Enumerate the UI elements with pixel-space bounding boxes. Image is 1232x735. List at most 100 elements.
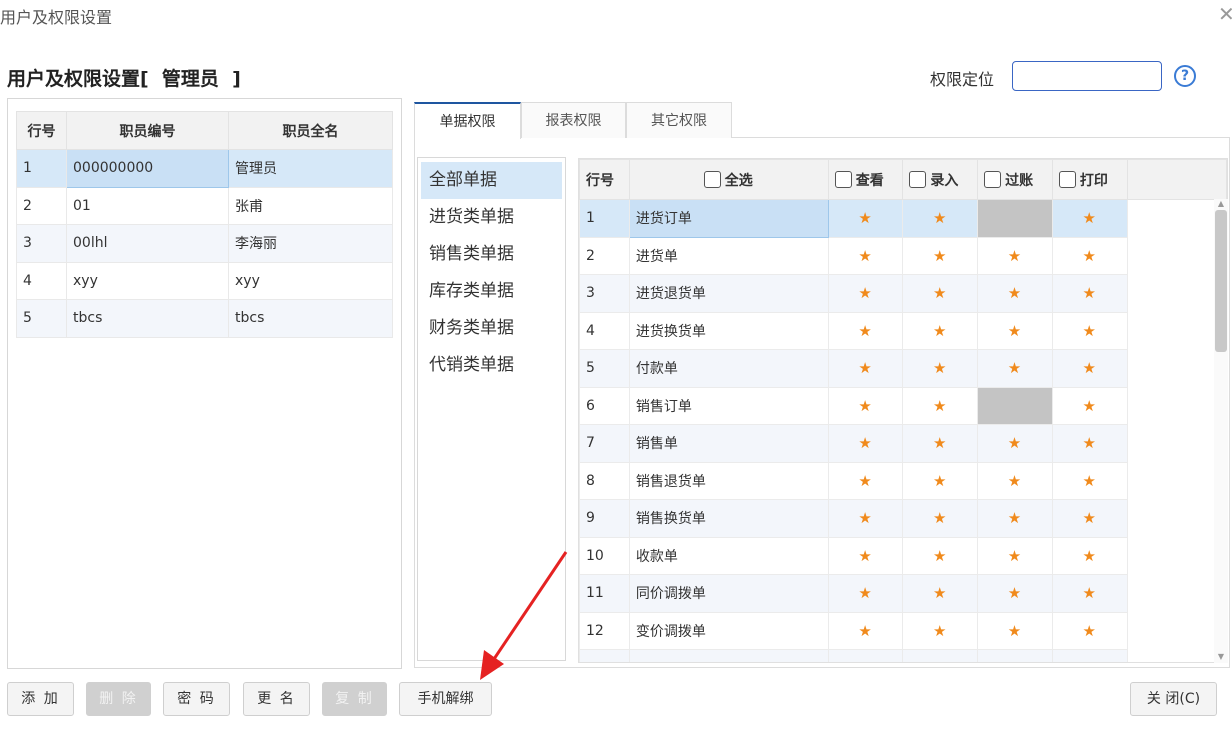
view-header[interactable]: 查看 [827, 159, 904, 200]
help-icon[interactable]: ? [1174, 65, 1196, 87]
table-row[interactable]: 4 进货换货单 ★ ★ ★ ★ [579, 311, 1227, 350]
perm-print-star[interactable]: ★ [1051, 611, 1128, 650]
cell-document-name[interactable]: 进货单 [628, 236, 829, 275]
perm-print-star[interactable]: ★ [1051, 461, 1128, 500]
category-purchase[interactable]: 进货类单据 [421, 199, 562, 236]
copy-button[interactable]: 复 制 [322, 682, 387, 716]
category-finance[interactable]: 财务类单据 [421, 310, 562, 347]
cell-document-name[interactable]: 进货退货单 [628, 274, 829, 313]
cell-staff-code[interactable]: xyy [66, 261, 229, 300]
cell-staff-name[interactable]: 张甫 [228, 186, 393, 225]
perm-view-star[interactable]: ★ [827, 311, 904, 350]
perm-print-star[interactable]: ★ [1051, 199, 1128, 238]
perm-print-star[interactable]: ★ [1051, 274, 1128, 313]
table-row[interactable]: 6 销售订单 ★ ★ ★ [579, 386, 1227, 425]
scroll-thumb[interactable] [1215, 210, 1227, 352]
perm-entry-star[interactable]: ★ [902, 386, 979, 425]
perm-print-star[interactable]: ★ [1051, 424, 1128, 463]
perm-post-star[interactable]: ★ [977, 349, 1053, 388]
perm-post-star[interactable]: ★ [977, 236, 1053, 275]
scroll-down-icon[interactable]: ▼ [1215, 653, 1227, 661]
perm-print-star[interactable]: ★ [1051, 236, 1128, 275]
perm-print-star[interactable]: ★ [1051, 499, 1128, 538]
table-row[interactable]: 2 01 张甫 [16, 186, 393, 225]
cell-staff-code[interactable]: 000000000 [66, 149, 229, 188]
col-header-staff-name[interactable]: 职员全名 [228, 111, 393, 150]
category-consignment[interactable]: 代销类单据 [421, 347, 562, 384]
perm-print-star[interactable]: ★ [1051, 536, 1128, 575]
perm-entry-star[interactable]: ★ [902, 574, 979, 613]
cell-staff-name[interactable]: xyy [228, 261, 393, 300]
perm-post-star[interactable]: ★ [977, 499, 1053, 538]
cell-document-name[interactable]: 销售退货单 [628, 461, 829, 500]
perm-print-star[interactable]: ★ [1051, 349, 1128, 388]
perm-view-star[interactable]: ★ [827, 274, 904, 313]
cell-staff-code[interactable]: tbcs [66, 299, 229, 338]
perm-entry-star[interactable]: ★ [902, 536, 979, 575]
table-row[interactable]: 9 销售换货单 ★ ★ ★ ★ [579, 499, 1227, 538]
table-row[interactable]: 3 00lhl 李海丽 [16, 224, 393, 263]
cell-document-name[interactable]: 进货换货单 [628, 311, 829, 350]
entry-header[interactable]: 录入 [902, 159, 979, 200]
category-inventory[interactable]: 库存类单据 [421, 273, 562, 310]
perm-post-star[interactable]: ★ [977, 536, 1053, 575]
delete-button[interactable]: 删 除 [86, 682, 151, 716]
col-header-staff-code[interactable]: 职员编号 [66, 111, 229, 150]
perm-view-star[interactable]: ★ [827, 424, 904, 463]
rename-button[interactable]: 更 名 [243, 682, 310, 716]
col-header-row-no[interactable]: 行号 [16, 111, 67, 150]
table-row[interactable]: 2 进货单 ★ ★ ★ ★ [579, 236, 1227, 275]
table-row[interactable]: 4 xyy xyy [16, 261, 393, 300]
cell-staff-name[interactable]: tbcs [228, 299, 393, 338]
cell-staff-name[interactable]: 李海丽 [228, 224, 393, 263]
table-row[interactable]: 8 销售退货单 ★ ★ ★ ★ [579, 461, 1227, 500]
print-header[interactable]: 打印 [1051, 159, 1128, 200]
perm-post-star[interactable]: ★ [977, 274, 1053, 313]
cell-document-name[interactable]: 销售换货单 [628, 499, 829, 538]
entry-checkbox[interactable] [909, 170, 927, 188]
tab-other-permissions[interactable]: 其它权限 [626, 102, 732, 138]
category-all[interactable]: 全部单据 [421, 162, 562, 199]
perm-print-star[interactable]: ★ [1051, 386, 1128, 425]
perm-view-star[interactable]: ★ [827, 349, 904, 388]
table-row[interactable]: 11 同价调拨单 ★ ★ ★ ★ [579, 574, 1227, 613]
cell-document-name[interactable]: 销售订单 [628, 386, 829, 425]
cell-document-name[interactable]: 变价调拨单 [628, 611, 829, 650]
table-row[interactable]: 3 进货退货单 ★ ★ ★ ★ [579, 274, 1227, 313]
cell-staff-code[interactable]: 00lhl [66, 224, 229, 263]
password-button[interactable]: 密 码 [163, 682, 230, 716]
cell-document-name[interactable]: 收款单 [628, 536, 829, 575]
perm-entry-star[interactable]: ★ [902, 236, 979, 275]
perm-post-star[interactable]: ★ [977, 461, 1053, 500]
post-header[interactable]: 过账 [977, 159, 1053, 200]
post-checkbox[interactable] [984, 170, 1002, 188]
perm-post-star[interactable]: ★ [977, 611, 1053, 650]
perm-entry-star[interactable]: ★ [902, 274, 979, 313]
perm-entry-star[interactable]: ★ [902, 199, 979, 238]
perm-entry-star[interactable]: ★ [902, 611, 979, 650]
perm-view-star[interactable]: ★ [827, 536, 904, 575]
tab-report-permissions[interactable]: 报表权限 [521, 102, 626, 138]
perm-entry-star[interactable]: ★ [902, 349, 979, 388]
table-row[interactable]: 1 进货订单 ★ ★ ★ [579, 199, 1227, 238]
table-row[interactable]: 10 收款单 ★ ★ ★ ★ [579, 536, 1227, 575]
permission-locate-input[interactable] [1012, 61, 1162, 91]
perm-post-star[interactable]: ★ [977, 424, 1053, 463]
cell-staff-name[interactable]: 管理员 [228, 149, 393, 188]
close-button[interactable]: 关 闭(C) [1130, 682, 1217, 716]
cell-document-name[interactable]: 付款单 [628, 349, 829, 388]
print-checkbox[interactable] [1058, 170, 1076, 188]
perm-view-star[interactable]: ★ [827, 461, 904, 500]
table-row[interactable]: 12 变价调拨单 ★ ★ ★ ★ [579, 611, 1227, 650]
perm-post-star[interactable]: ★ [977, 311, 1053, 350]
perm-print-star[interactable]: ★ [1051, 311, 1128, 350]
perm-view-star[interactable]: ★ [827, 386, 904, 425]
tab-document-permissions[interactable]: 单据权限 [414, 102, 521, 139]
perm-view-star[interactable]: ★ [827, 199, 904, 238]
cell-staff-code[interactable]: 01 [66, 186, 229, 225]
perm-print-star[interactable]: ★ [1051, 574, 1128, 613]
select-all-checkbox[interactable] [703, 170, 721, 188]
table-row[interactable]: 5 付款单 ★ ★ ★ ★ [579, 349, 1227, 388]
add-button[interactable]: 添 加 [7, 682, 74, 716]
perm-entry-star[interactable]: ★ [902, 499, 979, 538]
